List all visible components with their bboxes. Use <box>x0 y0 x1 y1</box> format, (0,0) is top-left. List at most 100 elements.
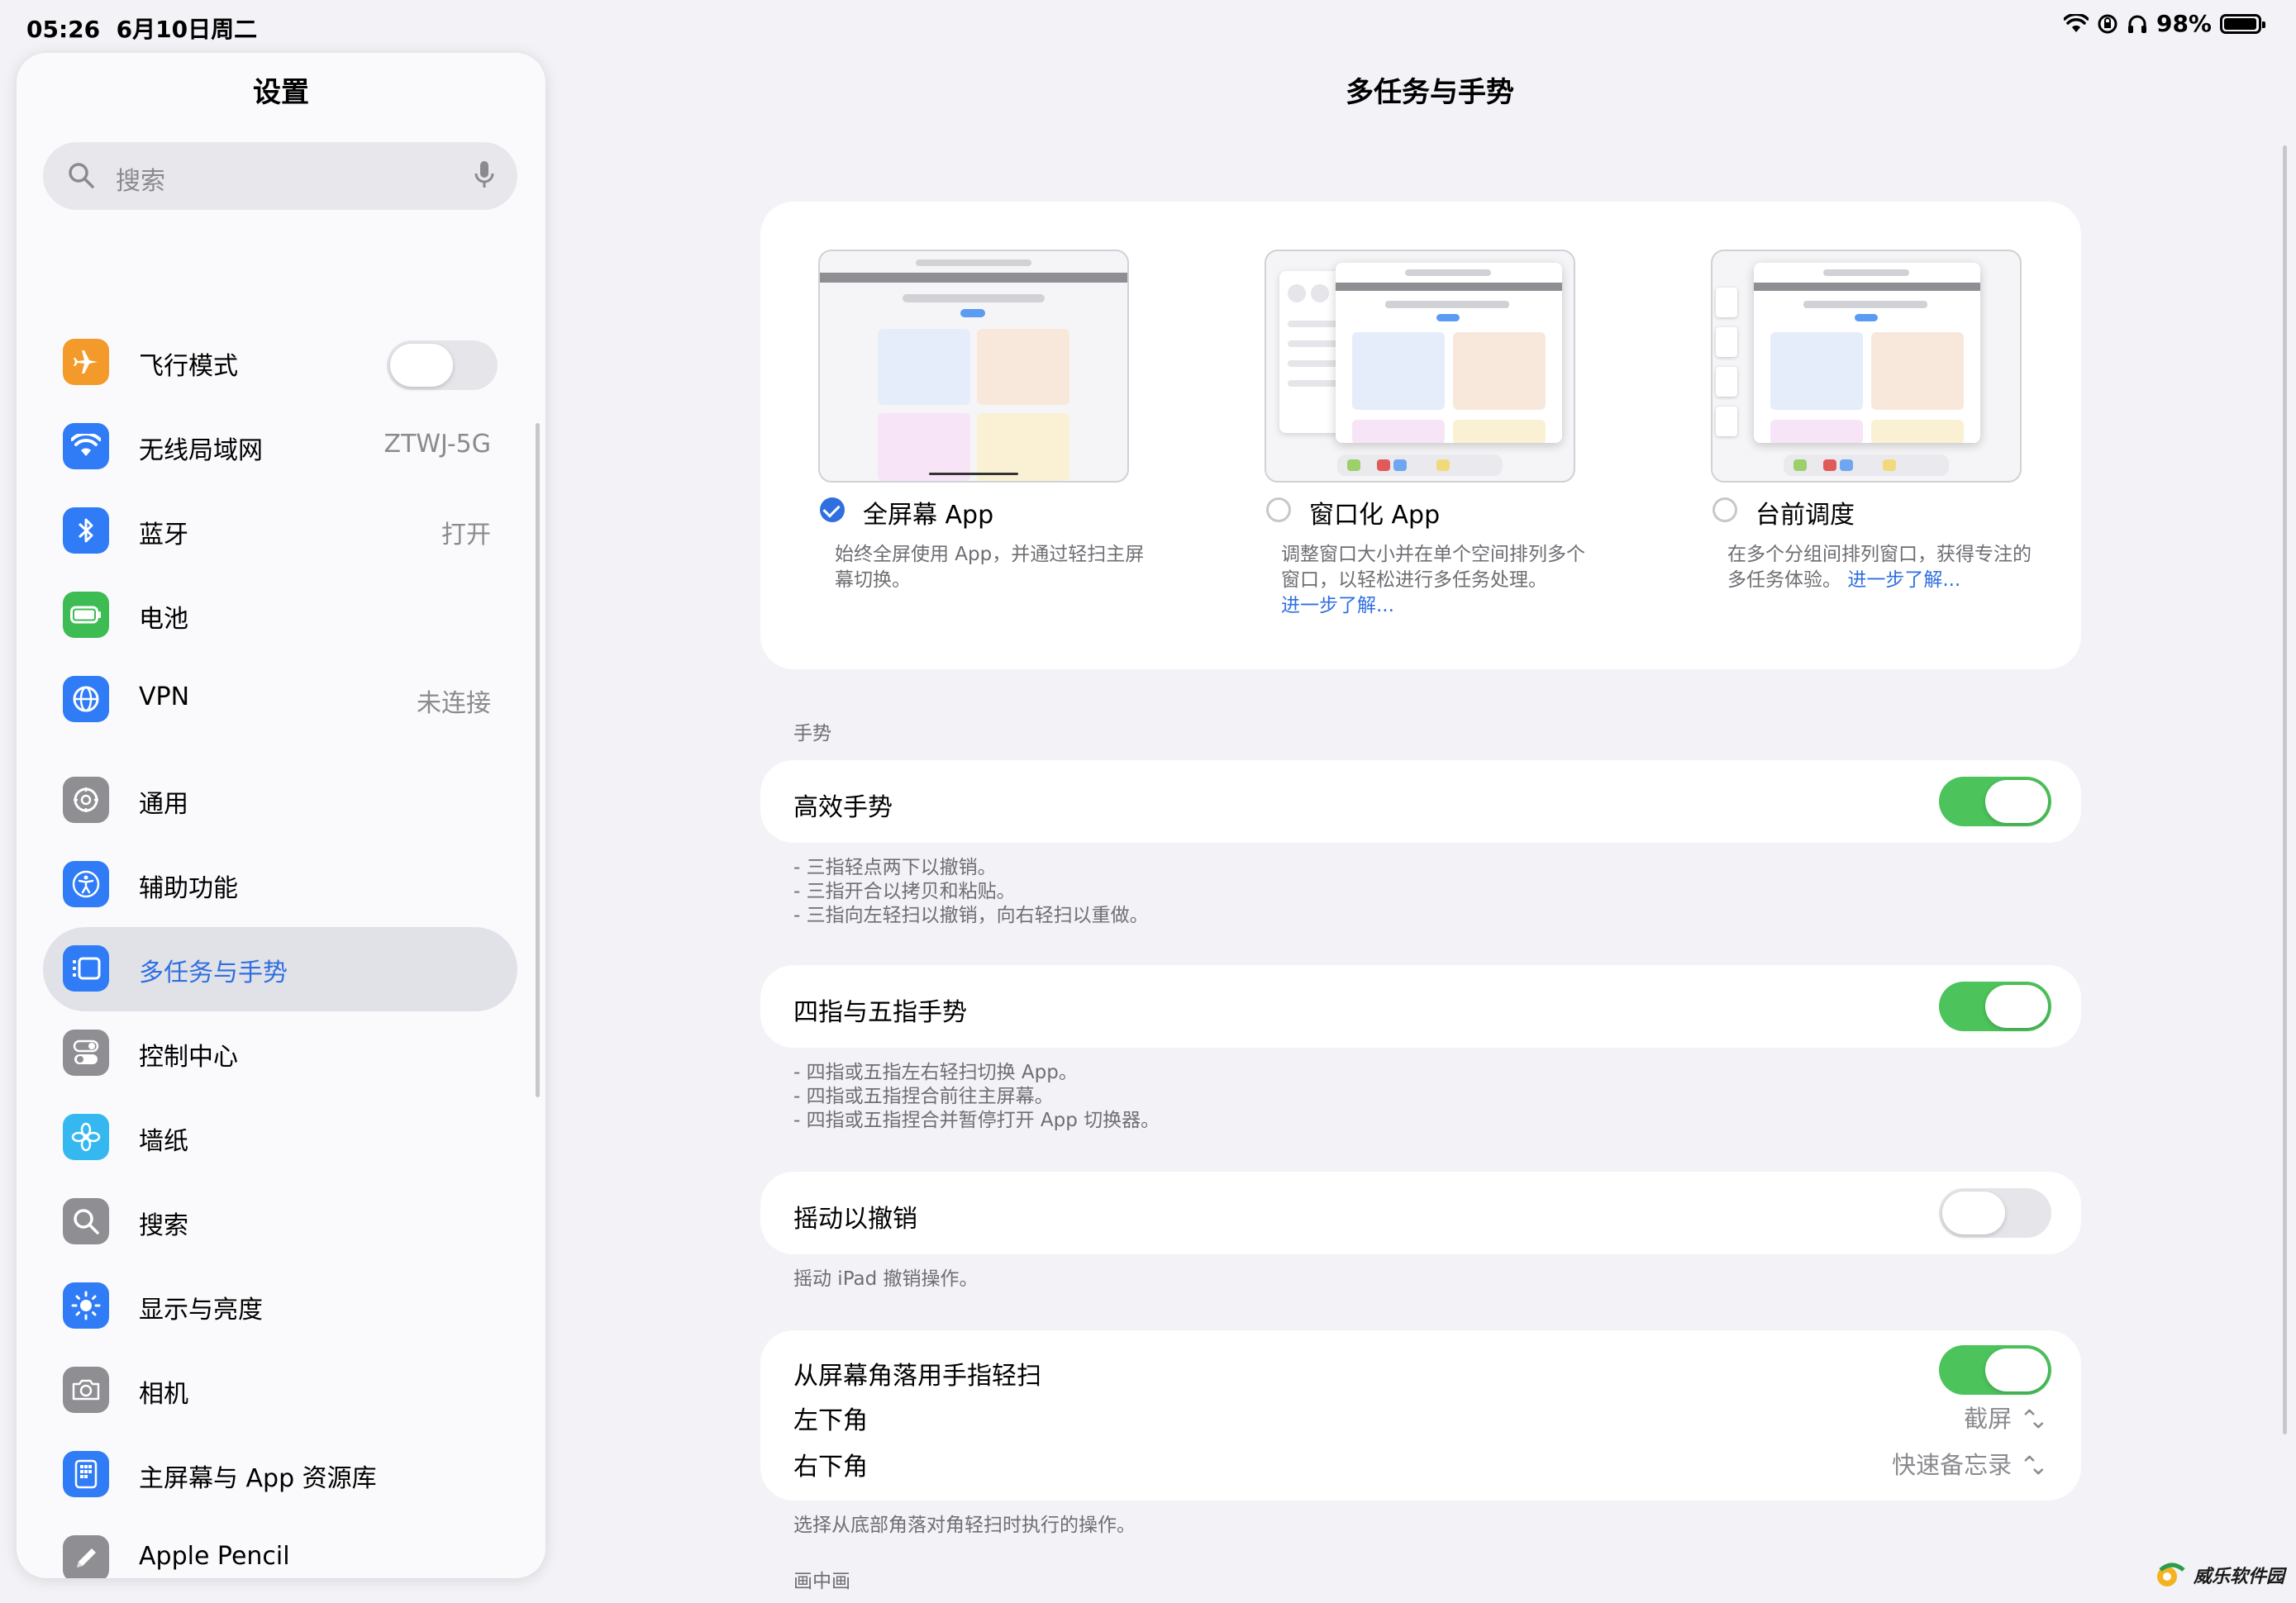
mode-fullscreen[interactable]: 全屏幕 App 始终全屏使用 App，并通过轻扫主屏幕切换。 <box>760 250 1207 591</box>
toggle-knob <box>1985 985 2048 1028</box>
footer-line: - 四指或五指左右轻扫切换 App。 <box>793 1062 1078 1083</box>
shake-to-undo-label: 摇动以撤销 <box>793 1205 917 1234</box>
status-icons: 98% <box>2063 10 2265 37</box>
efficient-gestures-toggle[interactable] <box>1939 777 2051 826</box>
gestures-section-header: 手势 <box>793 723 831 744</box>
footer-line: - 三指开合以拷贝和粘贴。 <box>793 881 1016 902</box>
bottom-right-label: 右下角 <box>793 1453 868 1482</box>
footer-line: - 三指向左轻扫以撤销，向右轻扫以重做。 <box>793 905 1149 926</box>
sidebar-item[interactable]: 控制中心 <box>43 1011 517 1096</box>
four-five-finger-row: 四指与五指手势 <box>760 965 2081 1048</box>
pip-section-header: 画中画 <box>793 1571 850 1592</box>
windowed-preview <box>1265 250 1575 483</box>
mode-stage-manager[interactable]: 台前调度 在多个分组间排列窗口，获得专注的多任务体验。 进一步了解... <box>1653 250 2099 591</box>
sidebar-item[interactable]: VPN 未连接 <box>43 658 517 742</box>
sidebar-item[interactable]: 搜索 <box>43 1180 517 1264</box>
sidebar-item[interactable]: 蓝牙 打开 <box>43 489 517 573</box>
status-time: 05:26 6月10日周二 <box>26 16 258 43</box>
bluetooth-icon <box>63 507 109 554</box>
watermark: 威乐软件园 <box>2155 1562 2284 1588</box>
fullscreen-radio[interactable] <box>820 497 845 522</box>
battery-status-icon <box>2220 13 2265 34</box>
sun-icon <box>63 1282 109 1329</box>
switches-icon <box>63 1030 109 1076</box>
mode-windowed[interactable]: 窗口化 App 调整窗口大小并在单个空间排列多个窗口，以轻松进行多任务处理。 进一… <box>1207 250 1653 616</box>
airplane-mode-toggle[interactable] <box>387 340 498 390</box>
sidebar-item-label: Apple Pencil <box>139 1542 290 1571</box>
sidebar-scrollbar[interactable] <box>536 423 540 1097</box>
flower-icon <box>63 1114 109 1160</box>
corner-swipe-card: 从屏幕角落用手指轻扫 左下角 截屏 ⌃⌃ 右下角 快速备忘录 ⌃⌃ <box>760 1330 2081 1501</box>
gear-icon <box>63 777 109 823</box>
sidebar-item[interactable]: 辅助功能 <box>43 843 517 927</box>
orientation-lock-icon <box>2098 14 2117 33</box>
sidebar-item-value: ZTWJ-5G <box>383 430 491 459</box>
homescreen-icon <box>63 1451 109 1497</box>
sidebar-item-label: 通用 <box>139 790 188 819</box>
windowed-label: 窗口化 App <box>1309 501 1441 530</box>
stage-manager-radio[interactable] <box>1712 497 1737 522</box>
sidebar-item[interactable]: 显示与亮度 <box>43 1264 517 1349</box>
page-title: 多任务与手势 <box>1346 76 1514 109</box>
settings-sidebar: 设置 搜索 飞行模式无线局域网 ZTWJ-5G 蓝牙 打开电池 VPN 未连接通用辅助功能… <box>17 53 545 1578</box>
accessibility-icon <box>63 861 109 907</box>
stage-manager-desc: 在多个分组间排列窗口，获得专注的多任务体验。 进一步了解... <box>1727 544 2032 591</box>
chevron-updown-icon: ⌃⌃ <box>2019 1405 2048 1433</box>
sidebar-item[interactable]: Apple Pencil <box>43 1517 517 1578</box>
bottom-right-picker[interactable]: 快速备忘录 ⌃⌃ <box>1892 1446 2048 1481</box>
search-placeholder: 搜索 <box>116 167 165 196</box>
sidebar-item-label: 主屏幕与 App 资源库 <box>139 1464 377 1493</box>
sidebar-item[interactable]: 墙纸 <box>43 1096 517 1180</box>
wifi-status-icon <box>2063 13 2089 32</box>
sidebar-item[interactable]: 主屏幕与 App 资源库 <box>43 1433 517 1517</box>
shake-to-undo-footer: 摇动 iPad 撤销操作。 <box>793 1268 979 1290</box>
sidebar-title: 设置 <box>253 76 309 109</box>
sidebar-item-label: 飞行模式 <box>139 352 238 381</box>
fullscreen-label: 全屏幕 App <box>863 501 994 530</box>
headphones-icon <box>2127 15 2146 33</box>
battery-icon <box>63 592 109 638</box>
shake-to-undo-toggle[interactable] <box>1939 1188 2051 1238</box>
fullscreen-desc: 始终全屏使用 App，并通过轻扫主屏幕切换。 <box>835 544 1145 591</box>
multitasking-icon <box>63 945 109 992</box>
search-field[interactable]: 搜索 <box>43 142 517 210</box>
sidebar-item-label: 显示与亮度 <box>139 1296 263 1325</box>
stage-manager-learn-more-link[interactable]: 进一步了解... <box>1847 569 1960 591</box>
windowed-desc: 调整窗口大小并在单个空间排列多个窗口，以轻松进行多任务处理。 进一步了解... <box>1281 544 1585 616</box>
pencil-icon <box>63 1535 109 1578</box>
sidebar-item[interactable]: 无线局域网 ZTWJ-5G <box>43 405 517 489</box>
efficient-gestures-footer: - 三指轻点两下以撤销。 - 三指开合以拷贝和粘贴。 - 三指向左轻扫以撤销，向… <box>793 856 1149 928</box>
sidebar-item-label: VPN <box>139 683 190 711</box>
sidebar-item-label: 搜索 <box>139 1211 188 1240</box>
stage-manager-label: 台前调度 <box>1755 501 1855 530</box>
efficient-gestures-row: 高效手势 <box>760 760 2081 843</box>
windowed-radio[interactable] <box>1266 497 1291 522</box>
corner-swipe-footer: 选择从底部角落对角轻扫时执行的操作。 <box>793 1515 1136 1536</box>
sidebar-item[interactable]: 通用 <box>43 759 517 843</box>
corner-swipe-toggle[interactable] <box>1939 1345 2051 1395</box>
footer-line: - 四指或五指捏合并暂停打开 App 切换器。 <box>793 1110 1160 1131</box>
sidebar-item[interactable]: 多任务与手势 <box>43 927 517 1011</box>
sidebar-item-label: 电池 <box>139 605 188 634</box>
watermark-text: 威乐软件园 <box>2193 1567 2284 1587</box>
bottom-left-picker[interactable]: 截屏 ⌃⌃ <box>1964 1400 2048 1434</box>
four-five-finger-label: 四指与五指手势 <box>793 998 967 1027</box>
sidebar-item-label: 相机 <box>139 1380 188 1409</box>
fullscreen-preview <box>818 250 1129 483</box>
windowed-learn-more-link[interactable]: 进一步了解... <box>1281 595 1394 616</box>
corner-swipe-label: 从屏幕角落用手指轻扫 <box>793 1362 1041 1391</box>
sidebar-item-label: 墙纸 <box>139 1127 188 1156</box>
sidebar-item-label: 控制中心 <box>139 1043 238 1072</box>
four-five-finger-toggle[interactable] <box>1939 982 2051 1031</box>
watermark-logo-icon <box>2156 1563 2185 1586</box>
sidebar-item-label: 辅助功能 <box>139 874 238 903</box>
shake-to-undo-row: 摇动以撤销 <box>760 1172 2081 1254</box>
toggle-knob <box>1985 1349 2048 1391</box>
main-scrollbar[interactable] <box>2283 145 2287 1434</box>
battery-level <box>2224 17 2257 30</box>
sidebar-item[interactable]: 电池 <box>43 573 517 658</box>
microphone-icon[interactable] <box>473 159 496 192</box>
sidebar-item[interactable]: 飞行模式 <box>43 321 517 405</box>
sidebar-item[interactable]: 相机 <box>43 1349 517 1433</box>
toggle-knob <box>390 344 453 387</box>
